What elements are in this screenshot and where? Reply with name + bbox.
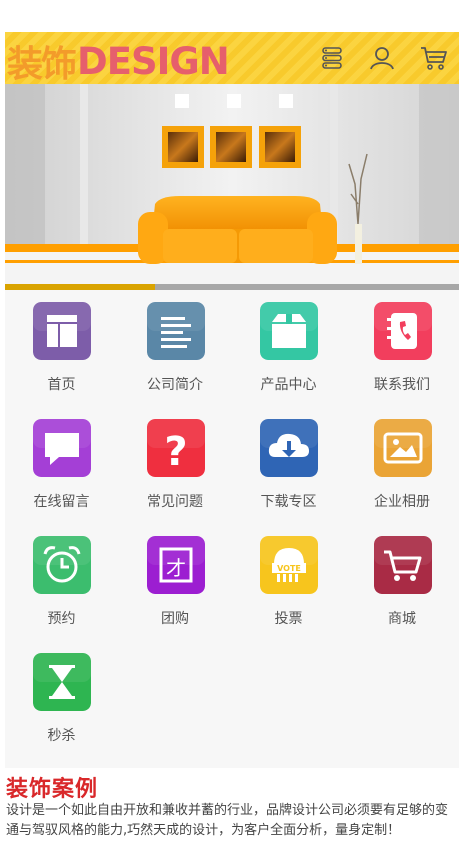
nav-item[interactable]: 首页	[5, 290, 118, 407]
cart-icon[interactable]	[420, 44, 448, 72]
top-bar	[5, 0, 459, 33]
cloud-download-icon	[260, 419, 318, 477]
case-section-title[interactable]: 装饰案例	[6, 771, 98, 803]
header: 装饰 DESIGN	[5, 32, 459, 86]
contact-book-icon	[373, 302, 432, 360]
hourglass-icon	[33, 653, 91, 711]
nav-item-label: 秒杀	[47, 728, 76, 744]
svg-text:才: 才	[166, 556, 186, 580]
nav-item[interactable]: 下载专区	[232, 407, 345, 524]
logo-text-cn: 装饰	[7, 44, 77, 85]
shopping-cart-icon	[373, 536, 432, 594]
case-section-text: 设计是一个如此自由开放和兼收并蓄的行业，品牌设计公司必须要有足够的变通与驾驭风格…	[6, 803, 449, 838]
vote-icon: VOTE	[260, 536, 318, 594]
svg-text:VOTE: VOTE	[277, 564, 301, 573]
nav-item[interactable]: 商城	[346, 524, 459, 641]
nav-item-label: 在线留言	[33, 494, 90, 510]
logo[interactable]: 装饰 DESIGN	[7, 39, 230, 86]
nav-item-label: 投票	[274, 611, 303, 627]
alarm-clock-icon	[33, 536, 91, 594]
document-icon	[146, 302, 205, 360]
nav-item-label: 常见问题	[147, 494, 203, 510]
case-section: 装饰案例 设计是一个如此自由开放和兼收并蓄的行业，品牌设计公司必须要有足够的变通…	[5, 768, 459, 848]
nav-item-label: 首页	[47, 377, 76, 393]
message-icon	[33, 419, 91, 477]
group-buy-icon: 才	[146, 536, 205, 594]
nav-item-label: 产品中心	[260, 377, 317, 393]
nav-item-label: 预约	[47, 611, 76, 627]
svg-text:?: ?	[164, 429, 187, 475]
photo-album-icon	[373, 419, 432, 477]
nav-item-label: 下载专区	[260, 494, 317, 510]
logo-text-en: DESIGN	[77, 39, 230, 83]
nav-item[interactable]: 才团购	[119, 524, 232, 641]
nav-item-label: 商城	[388, 611, 416, 627]
nav-item-label: 公司简介	[147, 377, 203, 393]
banner-image[interactable]	[5, 84, 459, 284]
user-icon[interactable]	[368, 44, 396, 72]
question-icon: ?	[146, 419, 205, 477]
nav-item[interactable]: 秒杀	[5, 641, 118, 758]
nav-item-label: 联系我们	[374, 377, 430, 393]
nav-item[interactable]: VOTE 投票	[232, 524, 345, 641]
page: 装饰 DESIGN 首页 公司简介 产品中心 联系我们 在线留言 ? 常见问题 …	[0, 0, 459, 848]
menu-icon[interactable]	[318, 44, 346, 72]
nav-grid: 首页 公司简介 产品中心 联系我们 在线留言? 常见问题 下载专区 企业相册 预约才团购 VOTE…	[5, 290, 459, 768]
nav-item[interactable]: 产品中心	[232, 290, 345, 407]
nav-item[interactable]: 联系我们	[346, 290, 459, 407]
home-icon	[33, 302, 91, 360]
nav-item[interactable]: 企业相册	[346, 407, 459, 524]
nav-item[interactable]: ? 常见问题	[119, 407, 232, 524]
nav-item[interactable]: 公司简介	[119, 290, 232, 407]
nav-item-label: 团购	[161, 611, 189, 627]
box-icon	[260, 302, 318, 360]
nav-item[interactable]: 预约	[5, 524, 118, 641]
nav-item[interactable]: 在线留言	[5, 407, 118, 524]
nav-item-label: 企业相册	[374, 494, 430, 510]
